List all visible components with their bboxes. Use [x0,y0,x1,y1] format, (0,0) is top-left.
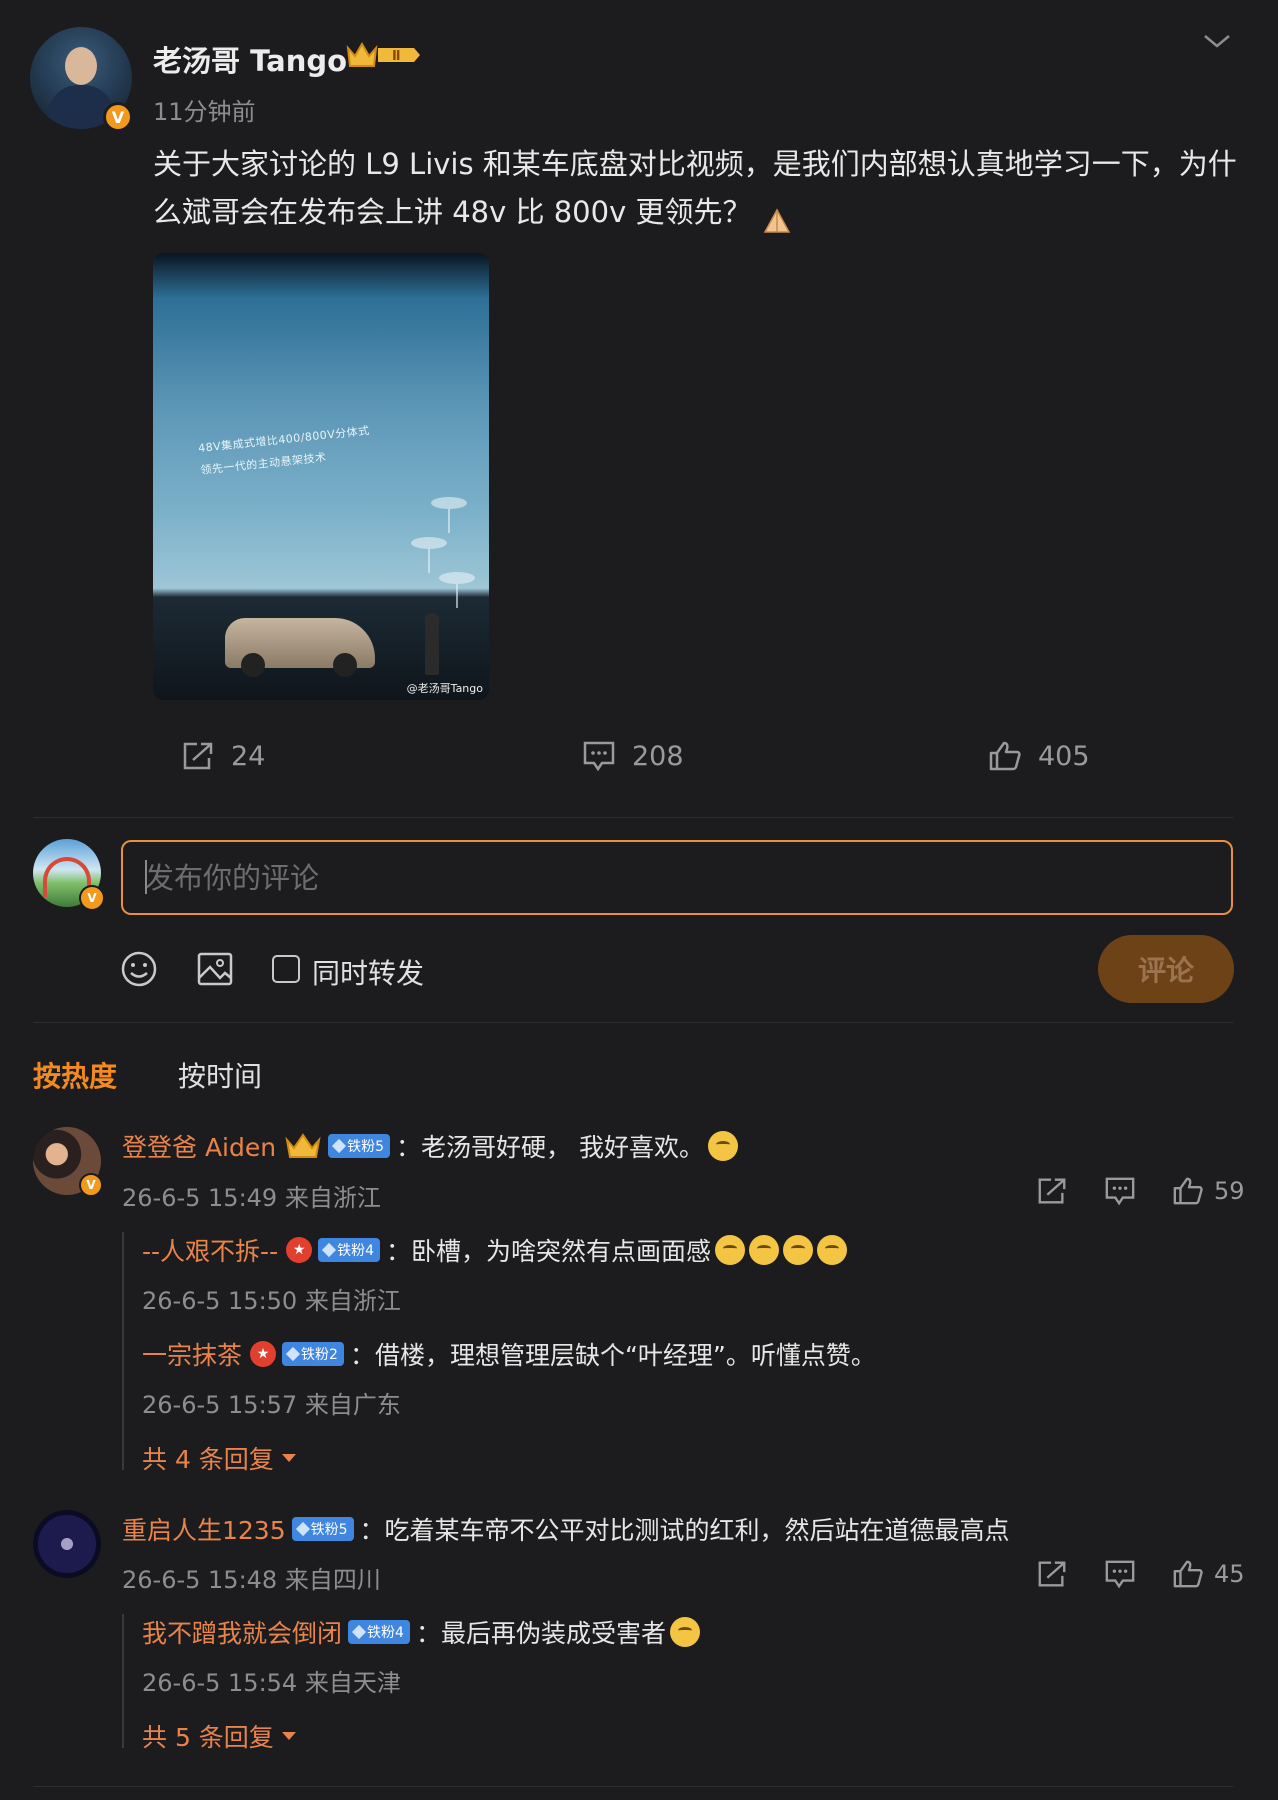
my-verified-badge-icon: V [79,885,105,911]
reply-text: ：卧槽，为啥突然有点画面感 [386,1237,712,1266]
presenter-graphic [425,613,439,675]
comment-actions: 45 [1036,1558,1245,1590]
comment-actions: 59 [1036,1175,1245,1207]
reply-line: --人艰不拆-- ★ 铁粉4 ：卧槽，为啥突然有点画面感 [142,1232,848,1268]
fan-badge: 铁粉5 [291,1517,354,1541]
reply-username[interactable]: 一宗抹茶 [142,1336,242,1372]
pray-emoji-icon [761,200,793,233]
more-replies-label: 共 4 条回复 [142,1445,274,1474]
fan-badge: 铁粉4 [318,1238,381,1262]
reply-text: ：最后再伪装成受害者 [415,1619,666,1648]
post-time: 11分钟前 [153,98,256,126]
divider [33,1786,1233,1787]
comment-line: 登登爸 Aiden 铁粉5 ：老汤哥好硬， 我好喜欢。 [122,1128,738,1164]
comment-input[interactable] [123,842,1231,913]
comment-username[interactable]: 重启人生1235 [122,1511,286,1547]
comment-line: 重启人生1235 铁粉5 ：吃着某车帝不公平对比测试的红利，然后站在道德最高点 [122,1511,1010,1547]
fan-badge: 铁粉4 [348,1620,410,1644]
reply-username[interactable]: --人艰不拆-- [142,1232,278,1268]
like-count: 405 [1038,740,1090,772]
comment-like-button[interactable]: 59 [1172,1175,1245,1207]
crying-emoji-icon [749,1235,780,1265]
repost-button[interactable]: 24 [181,740,265,772]
post-text: 关于大家讨论的 L9 Livis 和某车底盘对比视频，是我们内部想认真地学习一下… [153,140,1243,236]
reply-meta: 26-6-5 15:54 来自天津 [142,1669,401,1697]
vip-star-icon: ★ [250,1341,277,1367]
comment-meta: 26-6-5 15:49 来自浙江 [122,1184,381,1212]
thumbs-up-icon [1173,1560,1203,1588]
thumbs-up-icon [1173,1177,1203,1205]
repost-count: 24 [231,740,266,772]
tab-sort-time[interactable]: 按时间 [178,1055,262,1095]
image-upload-icon[interactable] [196,950,234,988]
reply-username[interactable]: 我不蹭我就会倒闭 [142,1614,342,1650]
comment-like-button[interactable]: 45 [1172,1558,1245,1590]
expand-replies-button[interactable]: 共 4 条回复 [142,1440,296,1476]
comment-like-count: 59 [1214,1177,1245,1205]
car-wheel-rear [333,653,357,677]
divider [33,817,1233,818]
comment-text: ：老汤哥好硬， 我好喜欢。 [396,1133,704,1162]
more-replies-label: 共 5 条回复 [142,1723,274,1752]
post-body: 关于大家讨论的 L9 Livis 和某车底盘对比视频，是我们内部想认真地学习一下… [153,147,1237,229]
teary-emoji-icon [707,1131,738,1161]
post-image[interactable]: 48V集成式增比400/800V分体式 领先一代的主动悬架技术 @老汤哥Tang… [153,253,489,700]
comment-count: 208 [632,740,684,772]
divider [33,1022,1233,1023]
commenter-avatar[interactable] [33,1510,101,1578]
caret-down-icon [281,1732,296,1740]
repost-checkbox-label[interactable]: 同时转发 [312,952,424,992]
reply-thread-bar [122,1232,124,1470]
reply-line: 一宗抹茶 ★ 铁粉2 ：借楼，理想管理层缺个“叶经理”。听懂点赞。 [142,1336,876,1372]
comment-input-box[interactable] [121,840,1233,915]
crying-emoji-icon [783,1235,814,1265]
reply-icon[interactable] [1104,1558,1136,1590]
repost-checkbox[interactable] [272,955,300,983]
text-caret [145,860,147,894]
crying-emoji-icon [715,1235,746,1265]
image-watermark: @老汤哥Tango [406,682,483,695]
expand-replies-button[interactable]: 共 5 条回复 [142,1718,296,1754]
emoji-picker-icon[interactable] [120,950,158,988]
comment-icon [583,741,615,772]
comment-button[interactable]: 208 [582,740,684,772]
share-icon [183,742,213,770]
share-icon[interactable] [1036,1558,1068,1590]
author-name[interactable]: 老汤哥 Tango [153,38,347,80]
chevron-down-icon[interactable] [1202,26,1232,56]
caret-down-icon [281,1454,296,1462]
reply-thread-bar [122,1614,124,1748]
comment-like-count: 45 [1214,1560,1245,1588]
comment-text: ：吃着某车帝不公平对比测试的红利，然后站在道德最高点 [359,1516,1010,1545]
reply-icon[interactable] [1104,1175,1136,1207]
tab-sort-hot[interactable]: 按热度 [33,1055,117,1095]
submit-comment-button[interactable]: 评论 [1098,935,1234,1003]
share-icon[interactable] [1036,1175,1068,1207]
fan-badge: 铁粉5 [328,1134,391,1158]
fan-badge: 铁粉2 [282,1342,344,1366]
comment-meta: 26-6-5 15:48 来自四川 [122,1566,381,1594]
level-badge: Ⅱ [392,49,401,64]
comment-username[interactable]: 登登爸 Aiden [122,1128,276,1164]
reply-line: 我不蹭我就会倒闭 铁粉4 ：最后再伪装成受害者 [142,1614,700,1650]
vip-star-icon: ★ [286,1237,313,1263]
member-crown-icon: Ⅱ [346,42,420,67]
like-button[interactable]: 405 [988,740,1090,772]
car-wheel-front [241,653,265,677]
crown-icon [285,1133,321,1158]
grimace-emoji-icon [669,1617,700,1647]
commenter-verified-badge-icon: V [79,1173,103,1197]
reply-meta: 26-6-5 15:57 来自广东 [142,1391,401,1419]
reply-meta: 26-6-5 15:50 来自浙江 [142,1287,401,1315]
thumbs-up-icon [989,741,1021,771]
champagne-glasses-icon [411,497,475,608]
verified-badge-icon: V [103,102,133,132]
reply-text: ：借楼，理想管理层缺个“叶经理”。听懂点赞。 [349,1341,876,1370]
crying-emoji-icon [817,1235,848,1265]
